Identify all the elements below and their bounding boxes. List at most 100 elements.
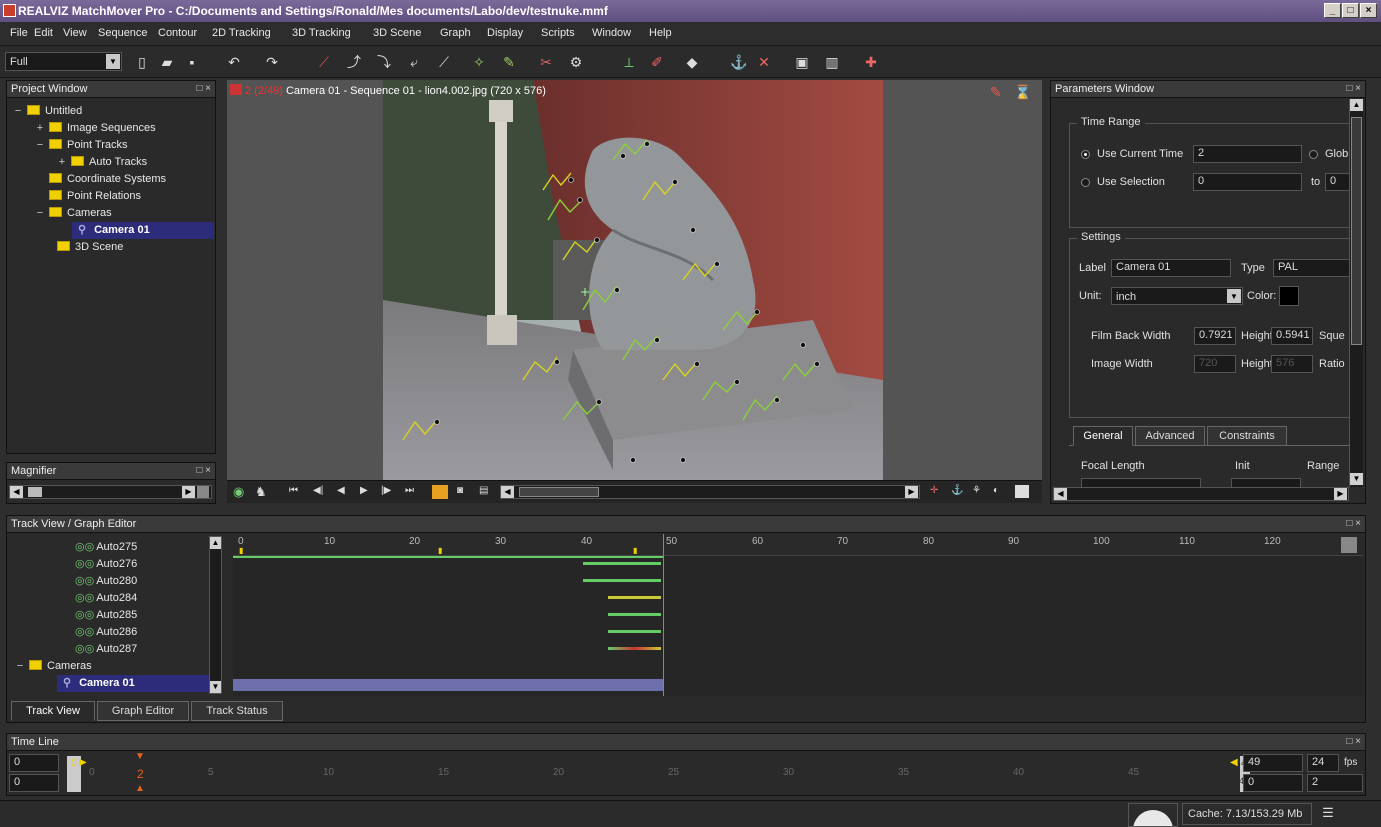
reset-view-icon[interactable]: ◐	[993, 485, 999, 496]
track-visibility-icon[interactable]: ◎◎	[75, 592, 94, 604]
go-start-icon[interactable]: ⏮	[289, 485, 298, 496]
menu-scripts[interactable]: Scripts	[541, 27, 575, 39]
menu-3d-tracking[interactable]: 3D Tracking	[292, 27, 351, 39]
color-swatch[interactable]	[1279, 286, 1299, 306]
close-icon[interactable]: □ ×	[196, 83, 211, 94]
3d-object-icon[interactable]: ◆	[683, 53, 701, 71]
tree-item-point-relations[interactable]: Point Relations	[49, 188, 141, 205]
track-point-icon[interactable]: ⟋	[435, 53, 453, 71]
track-item[interactable]: ◎◎ Auto276	[75, 556, 137, 573]
display-mode-icon[interactable]: ◉	[233, 484, 244, 500]
magnifier-zoom-slider[interactable]: ◀ ▶	[9, 485, 212, 499]
track-item-camera-01[interactable]: ⚲ Camera 01	[57, 675, 209, 692]
use-selection-radio[interactable]	[1081, 178, 1090, 187]
scroll-right-icon[interactable]: ▶	[182, 486, 195, 498]
track-display-icon[interactable]: ♞	[255, 484, 267, 500]
track-visibility-icon[interactable]: ◎◎	[75, 575, 94, 587]
track-item[interactable]: ◎◎ Auto286	[75, 624, 137, 641]
track-visibility-icon[interactable]: ◎◎	[75, 643, 94, 655]
track-filter-icon[interactable]: ✂	[537, 53, 555, 71]
hourglass-icon[interactable]: ⌛	[1014, 84, 1031, 101]
export-icon[interactable]: ✚	[862, 53, 880, 71]
parameters-horizontal-scrollbar[interactable]: ◀ ▶	[1053, 487, 1349, 501]
menu-3d-scene[interactable]: 3D Scene	[373, 27, 421, 39]
play-back-icon[interactable]: ◀	[337, 485, 345, 496]
maximize-button[interactable]: □	[1342, 3, 1359, 18]
parameters-vertical-scrollbar[interactable]: ▲ ▼	[1349, 99, 1363, 487]
track-item[interactable]: ◎◎ Auto284	[75, 590, 137, 607]
focal-length-field[interactable]	[1081, 478, 1201, 487]
scroll-right-icon[interactable]: ▶	[905, 486, 918, 498]
redo-icon[interactable]: ↷	[263, 53, 281, 71]
step-back-icon[interactable]: ◀|	[313, 485, 323, 496]
selection-from-field[interactable]: 0	[1193, 173, 1302, 191]
pin-icon[interactable]: ✎	[990, 84, 1002, 101]
focal-init-field[interactable]	[1231, 478, 1301, 487]
track-item[interactable]: ◎◎ Auto275	[75, 539, 137, 556]
track-backward-icon[interactable]: ⤶	[405, 53, 423, 71]
lock-icon[interactable]	[1341, 537, 1357, 553]
track-visibility-icon[interactable]: ◎◎	[75, 541, 94, 553]
mode-select[interactable]: Full ▼	[5, 52, 122, 71]
scroll-up-icon[interactable]: ▲	[210, 537, 221, 549]
auto-track-icon[interactable]: ✧	[470, 53, 488, 71]
timeline-offset-field[interactable]: 0	[9, 774, 59, 792]
camera-type-field[interactable]: PAL	[1273, 259, 1349, 277]
go-end-icon[interactable]: ⏭	[405, 485, 414, 496]
menu-window[interactable]: Window	[592, 27, 631, 39]
menu-graph[interactable]: Graph	[440, 27, 471, 39]
anchor-icon[interactable]: ⚓	[951, 485, 963, 496]
scroll-down-icon[interactable]: ▼	[1350, 473, 1363, 485]
layout-2-icon[interactable]: ▥	[823, 53, 841, 71]
tree-item-untitled[interactable]: − Untitled	[13, 103, 82, 120]
selection-to-field[interactable]: 0	[1325, 173, 1349, 191]
pan-icon[interactable]: ✛	[930, 485, 938, 496]
camera-icon[interactable]: ⚓	[730, 53, 748, 71]
minimize-button[interactable]: _	[1324, 3, 1341, 18]
track-bar[interactable]	[608, 613, 661, 616]
timeline-track[interactable]: 0 ▶ ▼ 2 ▲ 0 5 10 15 20 25 30 35 40 45 ◀ …	[65, 751, 1251, 795]
coordinate-system-icon[interactable]: ⟂	[620, 53, 638, 71]
full-frame-icon[interactable]	[1015, 485, 1029, 498]
scroll-up-icon[interactable]: ▲	[1350, 99, 1363, 111]
track-bar[interactable]	[583, 562, 661, 565]
bounce-icon[interactable]: ◙	[457, 485, 463, 496]
new-file-icon[interactable]: ▯	[133, 53, 151, 71]
current-time-field[interactable]: 2	[1193, 145, 1302, 163]
track-both-icon[interactable]: ⤵	[375, 53, 393, 71]
track-visibility-icon[interactable]: ◎◎	[75, 558, 94, 570]
track-graph[interactable]: 0 10 20 30 40 50 60 70 80 90 100 110 120…	[233, 534, 1363, 696]
close-icon[interactable]: □ ×	[196, 465, 211, 476]
track-bar[interactable]	[583, 579, 661, 582]
auto-track-edit-icon[interactable]: ✎	[500, 53, 518, 71]
play-forward-icon[interactable]: ▶	[360, 485, 368, 496]
zoom-fit-icon[interactable]: ⚘	[972, 485, 981, 496]
zoom-lock-icon[interactable]	[197, 486, 209, 498]
scroll-left-icon[interactable]: ◀	[501, 486, 514, 498]
tab-general[interactable]: General	[1073, 426, 1133, 446]
loop-icon[interactable]	[432, 485, 448, 499]
menu-help[interactable]: Help	[649, 27, 672, 39]
menu-sequence[interactable]: Sequence	[98, 27, 148, 39]
unit-select[interactable]: inch ▼	[1111, 287, 1243, 305]
track-visibility-icon[interactable]: ◎◎	[75, 626, 94, 638]
draw-track-icon[interactable]: ⟋	[315, 53, 333, 71]
step-field[interactable]: 2	[1307, 774, 1363, 792]
scroll-thumb[interactable]	[1351, 117, 1362, 345]
playhead-bottom-icon[interactable]: ▲	[135, 783, 145, 794]
range-end-field[interactable]: 49	[1243, 754, 1303, 772]
scale-icon[interactable]: ✕	[755, 53, 773, 71]
tree-item-camera-01[interactable]: ⚲ Camera 01	[72, 222, 214, 239]
film-back-width-field[interactable]: 0.7921	[1194, 327, 1236, 345]
close-icon[interactable]: □ ×	[1346, 518, 1361, 529]
close-button[interactable]: ×	[1360, 3, 1377, 18]
solve-icon[interactable]: ✐	[648, 53, 666, 71]
tab-track-status[interactable]: Track Status	[191, 701, 283, 721]
layout-1-icon[interactable]: ▣	[793, 53, 811, 71]
tab-constraints[interactable]: Constraints	[1207, 426, 1287, 446]
tree-item-auto-tracks[interactable]: + Auto Tracks	[57, 154, 147, 171]
menu-file[interactable]: File	[10, 27, 28, 39]
timeline-start-field[interactable]: 0	[9, 754, 59, 772]
tab-advanced[interactable]: Advanced	[1135, 426, 1205, 446]
track-folder-cameras[interactable]: − Cameras	[15, 658, 92, 675]
